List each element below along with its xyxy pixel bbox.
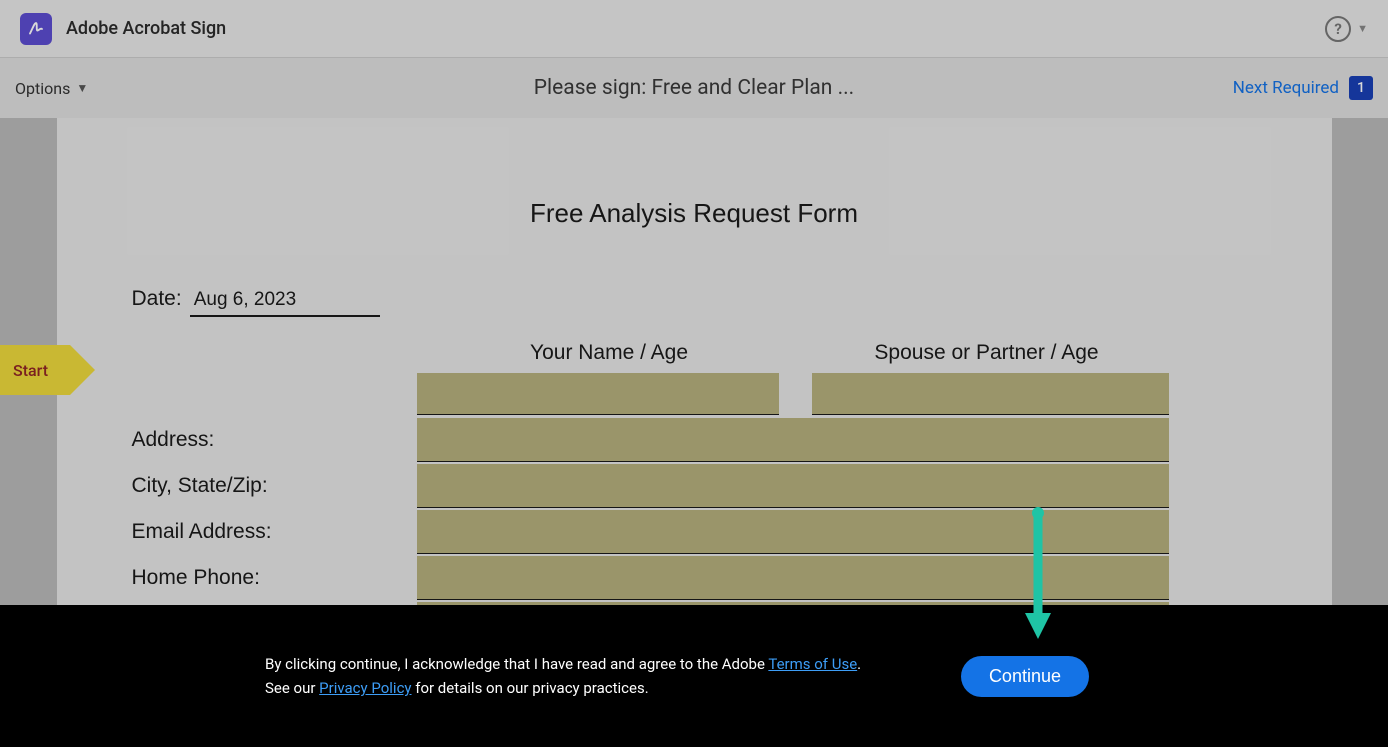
start-flag-label: Start [13,361,48,380]
field-gap [779,373,812,415]
email-row: Email Address: [132,509,1332,555]
next-required-button[interactable]: Next Required 1 [1233,76,1373,100]
spouse-name-field[interactable] [812,373,1169,415]
consent-text: By clicking continue, I acknowledge that… [265,652,885,700]
email-label: Email Address: [132,520,417,544]
address-field[interactable] [417,418,1169,462]
acrobat-sign-icon [20,13,52,45]
city-field[interactable] [417,464,1169,508]
start-flag[interactable]: Start [0,345,70,395]
date-row: Date: Aug 6, 2023 [57,287,1332,317]
document-toolbar: Options ▼ Please sign: Free and Clear Pl… [0,58,1388,118]
next-required-label: Next Required [1233,78,1339,98]
address-row: Address: [132,417,1332,463]
continue-button[interactable]: Continue [961,656,1089,697]
form-title: Free Analysis Request Form [57,198,1332,229]
column-headers: Your Name / Age Spouse or Partner / Age [57,341,1332,365]
consent-suffix: for details on our privacy practices. [412,679,649,697]
privacy-link[interactable]: Privacy Policy [319,679,411,697]
name-row [132,373,1332,415]
options-label: Options [15,79,70,98]
spacer [132,373,417,415]
required-count-badge: 1 [1349,76,1373,100]
document-page: Free Analysis Request Form Date: Aug 6, … [57,118,1332,605]
date-value: Aug 6, 2023 [190,289,380,317]
terms-link[interactable]: Terms of Use [768,655,857,673]
city-label: City, State/Zip: [132,474,417,498]
app-header: Adobe Acrobat Sign ? ▼ [0,0,1388,58]
help-icon[interactable]: ? [1325,16,1351,42]
email-field[interactable] [417,510,1169,554]
app-title: Adobe Acrobat Sign [66,18,1325,39]
document-viewport: Free Analysis Request Form Date: Aug 6, … [0,118,1388,605]
chevron-down-icon: ▼ [76,81,88,95]
home-phone-label: Home Phone: [132,566,417,590]
document-title: Please sign: Free and Clear Plan ... [534,76,854,100]
header-spouse: Spouse or Partner / Age [802,341,1172,365]
home-phone-field[interactable] [417,556,1169,600]
date-label: Date: [132,287,182,311]
home-phone-row: Home Phone: [132,555,1332,601]
consent-prefix: By clicking continue, I acknowledge that… [265,655,768,673]
header-your-name: Your Name / Age [417,341,802,365]
your-name-field[interactable] [417,373,779,415]
form-fields: Address: City, State/Zip: Email Address:… [57,373,1332,605]
city-row: City, State/Zip: [132,463,1332,509]
address-label: Address: [132,428,417,452]
options-menu[interactable]: Options ▼ [15,79,88,98]
help-chevron-icon[interactable]: ▼ [1357,22,1368,35]
consent-bar: By clicking continue, I acknowledge that… [0,605,1388,747]
